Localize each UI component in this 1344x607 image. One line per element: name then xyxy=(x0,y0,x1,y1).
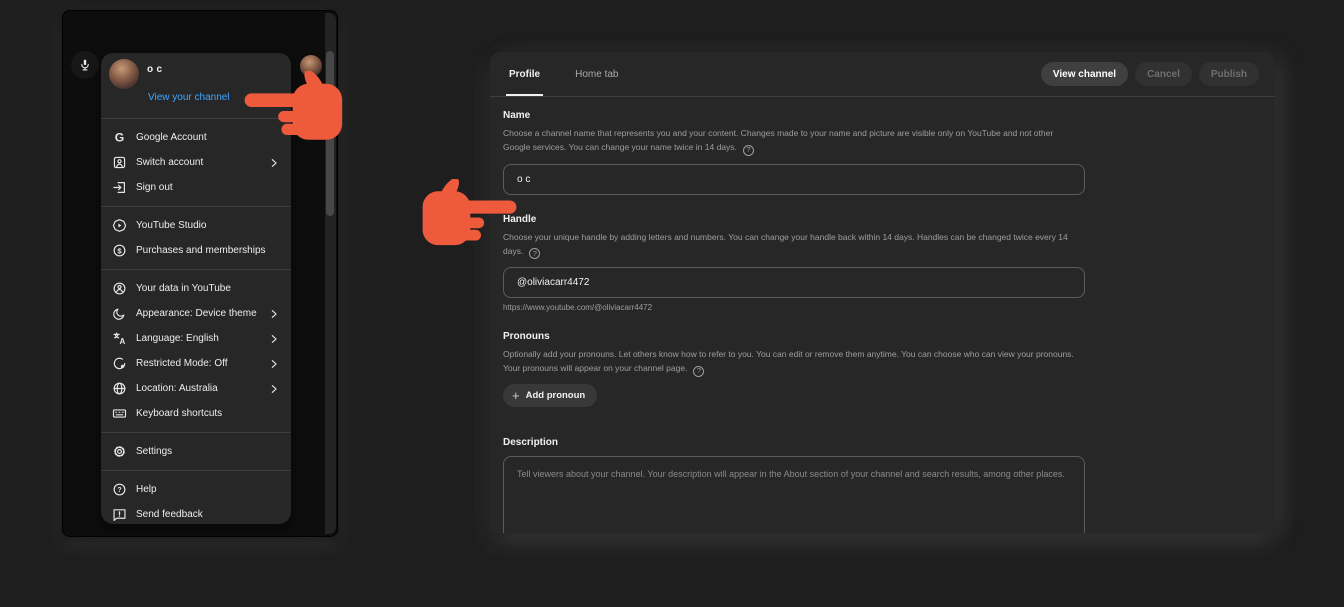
menu-item-location[interactable]: Location: Australia xyxy=(101,376,291,401)
profile-form: Name Choose a channel name that represen… xyxy=(490,97,1275,533)
cancel-button[interactable]: Cancel xyxy=(1135,62,1192,86)
pointing-hand-left-icon xyxy=(243,71,347,145)
keyboard-icon xyxy=(111,406,127,422)
description-section-label: Description xyxy=(503,436,559,448)
menu-item-appearance[interactable]: Appearance: Device theme xyxy=(101,301,291,326)
handle-help-icon[interactable]: ? xyxy=(529,248,541,259)
svg-text:?: ? xyxy=(117,487,121,494)
settings-gear-icon xyxy=(111,444,127,460)
publish-button[interactable]: Publish xyxy=(1198,62,1259,86)
menu-item-help[interactable]: ? Help xyxy=(101,477,291,502)
handle-section-label: Handle xyxy=(503,213,537,225)
pronouns-help-icon[interactable]: ? xyxy=(693,365,705,377)
menu-item-restricted-mode[interactable]: Restricted Mode: Off xyxy=(101,351,291,376)
description-textarea[interactable] xyxy=(503,455,1085,533)
google-icon: G xyxy=(111,130,127,146)
menu-section-studio: YouTube Studio $ Purchases and membershi… xyxy=(101,207,291,269)
handle-help-text: Choose your unique handle by adding lett… xyxy=(503,231,1068,259)
chevron-right-icon xyxy=(269,384,279,394)
menu-item-your-data[interactable]: Your data in YouTube xyxy=(101,276,291,301)
tab-profile[interactable]: Profile xyxy=(506,52,544,96)
help-icon: ? xyxy=(111,482,127,498)
language-icon: A xyxy=(111,331,127,347)
view-channel-button[interactable]: View channel xyxy=(1040,62,1129,86)
plus-icon: + xyxy=(512,387,520,403)
menu-item-language[interactable]: A Language: English xyxy=(101,326,291,351)
svg-text:G: G xyxy=(114,131,123,145)
header-actions: View channel Cancel Publish xyxy=(1040,52,1259,96)
svg-text:A: A xyxy=(119,337,125,346)
feedback-icon xyxy=(111,507,127,523)
pronouns-help-text: Optionally add your pronouns. Let others… xyxy=(503,349,1074,377)
view-your-channel-link[interactable]: View your channel xyxy=(148,92,230,103)
menu-item-sign-out[interactable]: Sign out xyxy=(101,175,291,200)
handle-url: https://www.youtube.com/@oliviacarr4472 xyxy=(503,303,653,312)
chevron-right-icon xyxy=(269,158,279,168)
your-data-icon xyxy=(111,281,127,297)
chevron-right-icon xyxy=(269,359,279,369)
mic-button[interactable] xyxy=(71,51,99,79)
purchases-icon: $ xyxy=(111,243,127,259)
youtube-studio-icon xyxy=(111,218,127,234)
add-pronoun-button[interactable]: + Add pronoun xyxy=(503,383,598,407)
restricted-mode-icon xyxy=(111,356,127,372)
menu-section-preferences: Your data in YouTube Appearance: Device … xyxy=(101,270,291,432)
menu-item-purchases[interactable]: $ Purchases and memberships xyxy=(101,238,291,263)
channel-customization-panel: Profile Home tab View channel Cancel Pub… xyxy=(490,52,1275,533)
menu-item-youtube-studio[interactable]: YouTube Studio xyxy=(101,213,291,238)
channel-name-input[interactable] xyxy=(503,163,1085,195)
account-name: o c xyxy=(147,64,163,75)
chevron-right-icon xyxy=(269,309,279,319)
menu-item-settings[interactable]: Settings xyxy=(101,439,291,464)
switch-account-icon xyxy=(111,155,127,171)
menu-item-keyboard-shortcuts[interactable]: Keyboard shortcuts xyxy=(101,401,291,426)
location-globe-icon xyxy=(111,381,127,397)
pronouns-section-label: Pronouns xyxy=(503,331,550,342)
menu-item-switch-account[interactable]: Switch account xyxy=(101,150,291,175)
menu-item-send-feedback[interactable]: Send feedback xyxy=(101,502,291,524)
name-help-icon[interactable]: ? xyxy=(742,144,754,156)
sign-out-icon xyxy=(111,180,127,196)
customization-header: Profile Home tab View channel Cancel Pub… xyxy=(490,52,1275,97)
menu-section-settings: Settings xyxy=(101,433,291,470)
tab-home-tab[interactable]: Home tab xyxy=(572,52,621,96)
chevron-right-icon xyxy=(269,334,279,344)
svg-text:$: $ xyxy=(117,246,122,255)
handle-input[interactable] xyxy=(503,267,1085,298)
menu-section-help: ? Help Send feedback xyxy=(101,471,291,524)
name-help-text: Choose a channel name that represents yo… xyxy=(503,128,1054,156)
microphone-icon xyxy=(78,58,92,72)
account-avatar[interactable] xyxy=(109,59,139,89)
screen: { "theme": { "page_bg": "#1e1e1e", "pane… xyxy=(0,0,1344,607)
appearance-icon xyxy=(111,306,127,322)
name-section-label: Name xyxy=(503,110,531,121)
pointing-hand-right-icon xyxy=(418,179,518,251)
